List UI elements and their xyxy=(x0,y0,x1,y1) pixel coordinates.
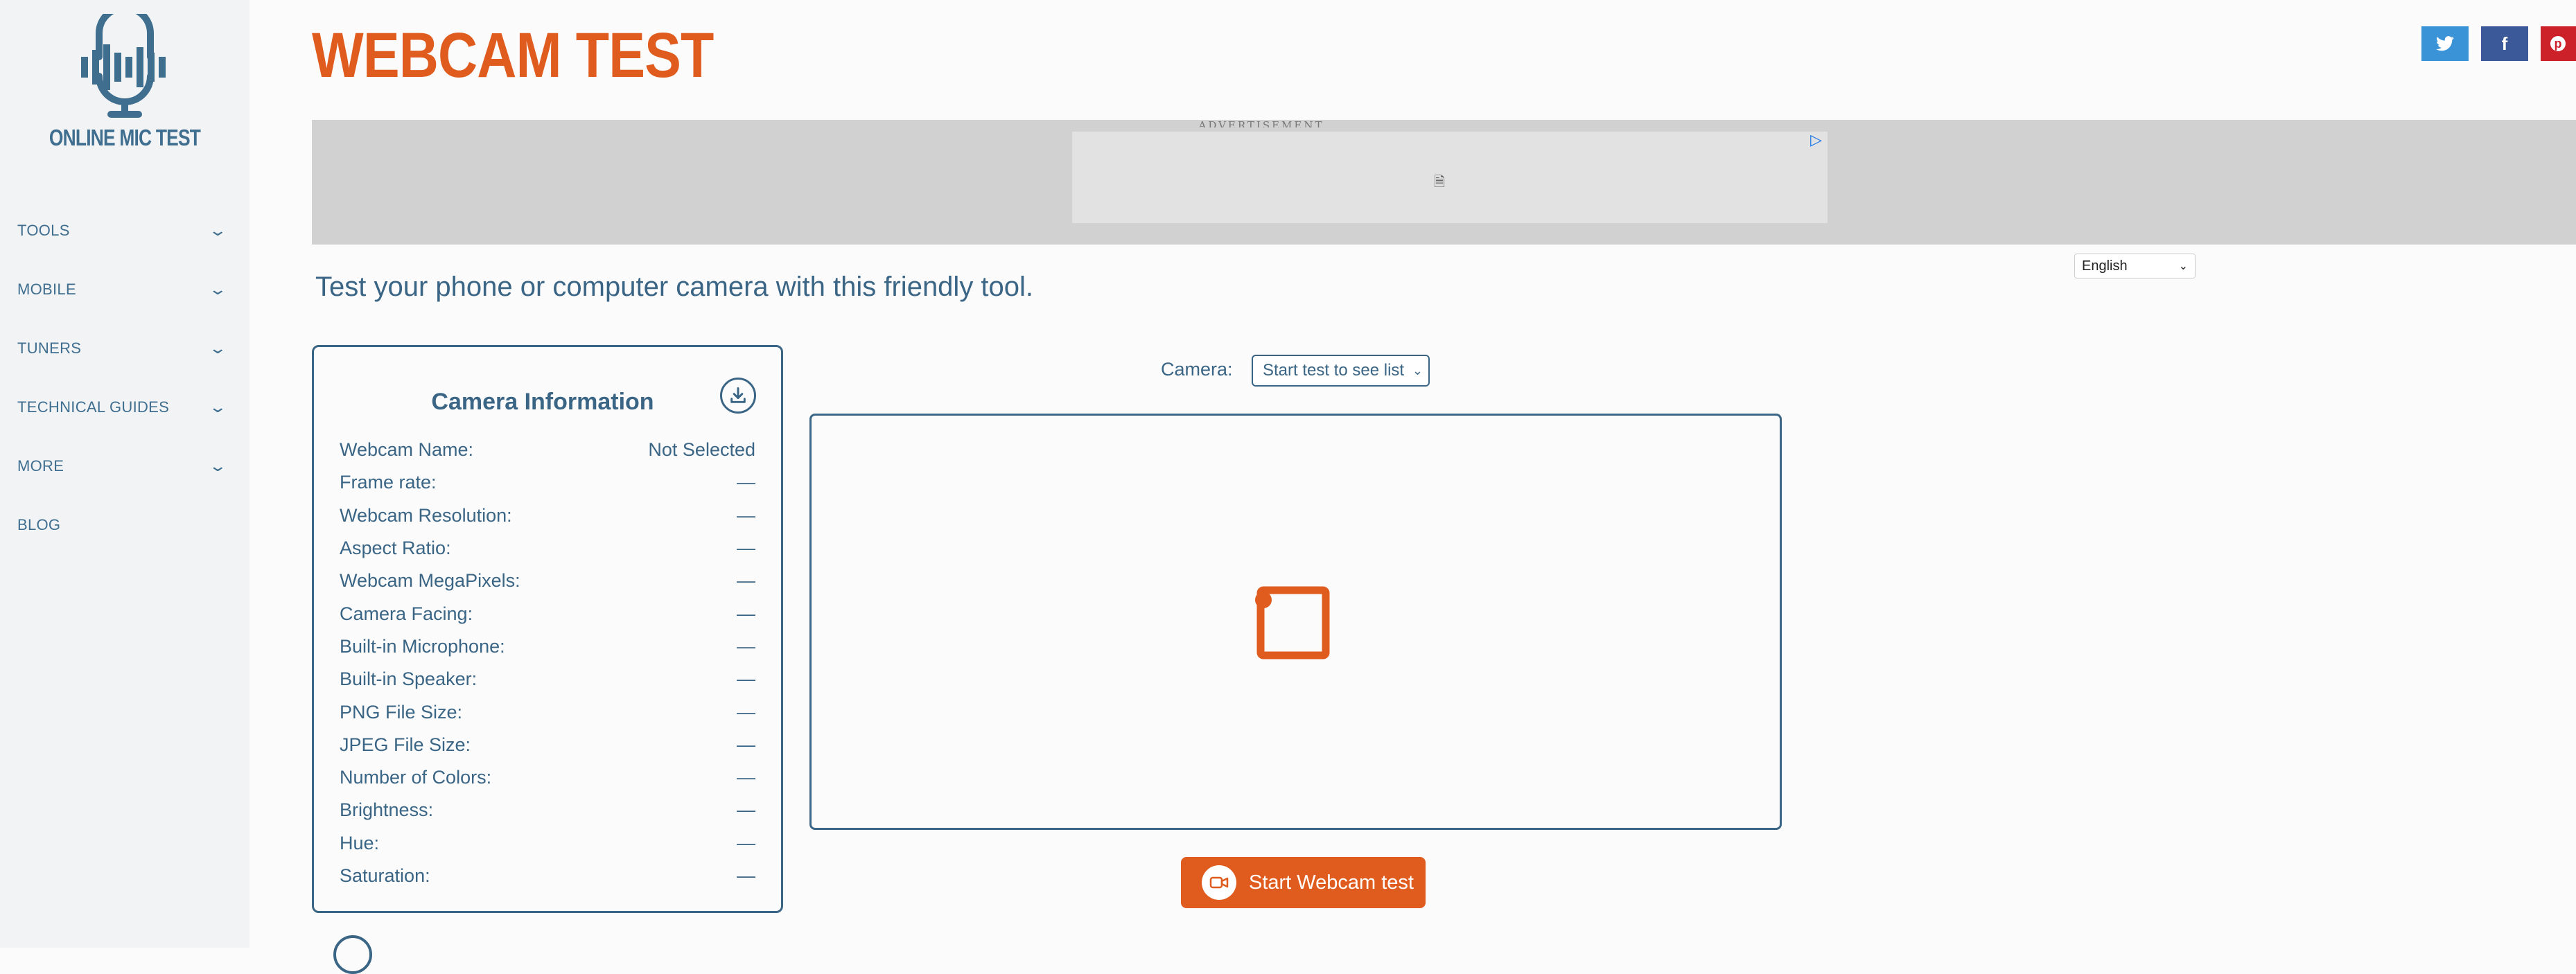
info-label: Aspect Ratio: xyxy=(340,538,451,559)
chevron-down-icon: ⌄ xyxy=(2178,260,2188,272)
advertisement-box[interactable]: 🗎 ▷ xyxy=(1072,132,1828,223)
info-row-hue: Hue: — xyxy=(340,827,755,860)
camera-info-rows: Webcam Name: Not Selected Frame rate: — We… xyxy=(340,434,755,892)
info-label: Hue: xyxy=(340,832,380,853)
info-row-number-of-colors: Number of Colors: — xyxy=(340,761,755,794)
info-label: Built-in Microphone: xyxy=(340,635,505,657)
info-label: Built-in Speaker: xyxy=(340,668,477,690)
info-row-builtin-microphone: Built-in Microphone: — xyxy=(340,630,755,663)
sidebar-item-label: MOBILE xyxy=(17,280,76,298)
info-value: — xyxy=(737,570,755,592)
info-label: Webcam Name: xyxy=(340,439,474,461)
camera-select[interactable]: Start test to see list ⌄ xyxy=(1252,355,1430,387)
download-icon[interactable] xyxy=(720,378,756,414)
info-label: Camera Facing: xyxy=(340,603,473,624)
info-row-megapixels: Webcam MegaPixels: — xyxy=(340,565,755,597)
camera-information-title: Camera Information xyxy=(431,389,654,415)
chevron-down-icon: ⌄ xyxy=(208,457,228,475)
info-value: — xyxy=(737,472,755,493)
info-label: Saturation: xyxy=(340,865,430,886)
chevron-down-icon: ⌄ xyxy=(208,280,228,298)
info-row-builtin-speaker: Built-in Speaker: — xyxy=(340,663,755,696)
info-row-aspect-ratio: Aspect Ratio: — xyxy=(340,532,755,565)
info-value: — xyxy=(737,701,755,723)
info-label: Webcam Resolution: xyxy=(340,504,512,526)
video-camera-icon xyxy=(1202,865,1236,900)
site-logo[interactable]: ONLINE MIC TEST xyxy=(0,14,249,151)
info-label: JPEG File Size: xyxy=(340,734,471,755)
language-select[interactable]: English ⌄ xyxy=(2074,254,2196,278)
sidebar-nav: TOOLS ⌄ MOBILE ⌄ TUNERS ⌄ TECHNICAL GUID… xyxy=(0,201,249,554)
info-label: PNG File Size: xyxy=(340,701,463,723)
info-value: Not Selected xyxy=(648,439,755,461)
info-row-png-size: PNG File Size: — xyxy=(340,696,755,728)
sidebar-item-label: TECHNICAL GUIDES xyxy=(17,398,170,416)
info-row-brightness: Brightness: — xyxy=(340,794,755,826)
sidebar-item-label: TOOLS xyxy=(17,221,70,239)
page-title: WEBCAM TEST xyxy=(312,20,714,91)
pinterest-share-button[interactable]: p xyxy=(2541,26,2576,61)
language-value: English xyxy=(2082,258,2128,274)
chevron-down-icon: ⌄ xyxy=(208,221,228,239)
adchoices-icon[interactable]: ▷ xyxy=(1810,132,1822,149)
sidebar-item-tuners[interactable]: TUNERS ⌄ xyxy=(0,319,249,378)
info-value: — xyxy=(737,832,755,853)
facebook-share-button[interactable]: f xyxy=(2481,26,2528,61)
twitter-share-button[interactable] xyxy=(2421,26,2469,61)
sidebar-item-more[interactable]: MORE ⌄ xyxy=(0,436,249,495)
info-value: — xyxy=(737,538,755,559)
document-icon: 🗎 xyxy=(1434,173,1446,190)
info-row-saturation: Saturation: — xyxy=(340,860,755,892)
info-label: Brightness: xyxy=(340,799,434,821)
chevron-down-icon: ⌄ xyxy=(208,398,228,416)
info-label: Number of Colors: xyxy=(340,767,492,788)
sidebar-item-technical-guides[interactable]: TECHNICAL GUIDES ⌄ xyxy=(0,378,249,436)
info-value: — xyxy=(737,767,755,788)
page-subtitle: Test your phone or computer camera with … xyxy=(315,272,1034,302)
info-row-frame-rate: Frame rate: — xyxy=(340,466,755,499)
info-value: — xyxy=(737,799,755,821)
info-row-camera-facing: Camera Facing: — xyxy=(340,597,755,630)
start-webcam-test-label: Start Webcam test xyxy=(1249,871,1414,894)
circle-icon xyxy=(333,935,372,974)
sidebar-item-blog[interactable]: BLOG xyxy=(0,495,249,554)
info-value: — xyxy=(737,668,755,690)
info-row-jpeg-size: JPEG File Size: — xyxy=(340,729,755,761)
chevron-down-icon: ⌄ xyxy=(1412,363,1423,378)
start-webcam-test-button[interactable]: Start Webcam test xyxy=(1181,857,1426,908)
info-row-webcam-name: Webcam Name: Not Selected xyxy=(340,434,755,466)
info-value: — xyxy=(737,865,755,886)
sidebar-item-label: TUNERS xyxy=(17,339,82,357)
camera-information-panel: Camera Information Webcam Name: Not Selec… xyxy=(312,345,783,913)
info-row-resolution: Webcam Resolution: — xyxy=(340,499,755,532)
twitter-icon xyxy=(2436,36,2454,51)
camera-label: Camera: xyxy=(1161,359,1233,380)
microphone-logo-icon xyxy=(81,14,166,118)
facebook-icon: f xyxy=(2501,33,2508,54)
pinterest-icon: p xyxy=(2550,36,2566,51)
camera-placeholder-icon xyxy=(1255,586,1330,659)
sidebar: ONLINE MIC TEST TOOLS ⌄ MOBILE ⌄ TUNERS … xyxy=(0,0,249,948)
chevron-down-icon: ⌄ xyxy=(208,339,228,357)
sidebar-item-label: BLOG xyxy=(17,515,61,533)
info-value: — xyxy=(737,504,755,526)
sidebar-item-tools[interactable]: TOOLS ⌄ xyxy=(0,201,249,260)
info-value: — xyxy=(737,635,755,657)
info-value: — xyxy=(737,734,755,755)
info-value: — xyxy=(737,603,755,624)
info-label: Frame rate: xyxy=(340,472,437,493)
advertisement-label: ADVERTISEMENT xyxy=(1198,119,1324,127)
info-label: Webcam MegaPixels: xyxy=(340,570,520,592)
logo-text: ONLINE MIC TEST xyxy=(49,125,201,150)
sidebar-item-label: MORE xyxy=(17,457,64,475)
sidebar-item-mobile[interactable]: MOBILE ⌄ xyxy=(0,260,249,319)
camera-select-value: Start test to see list xyxy=(1263,361,1405,380)
